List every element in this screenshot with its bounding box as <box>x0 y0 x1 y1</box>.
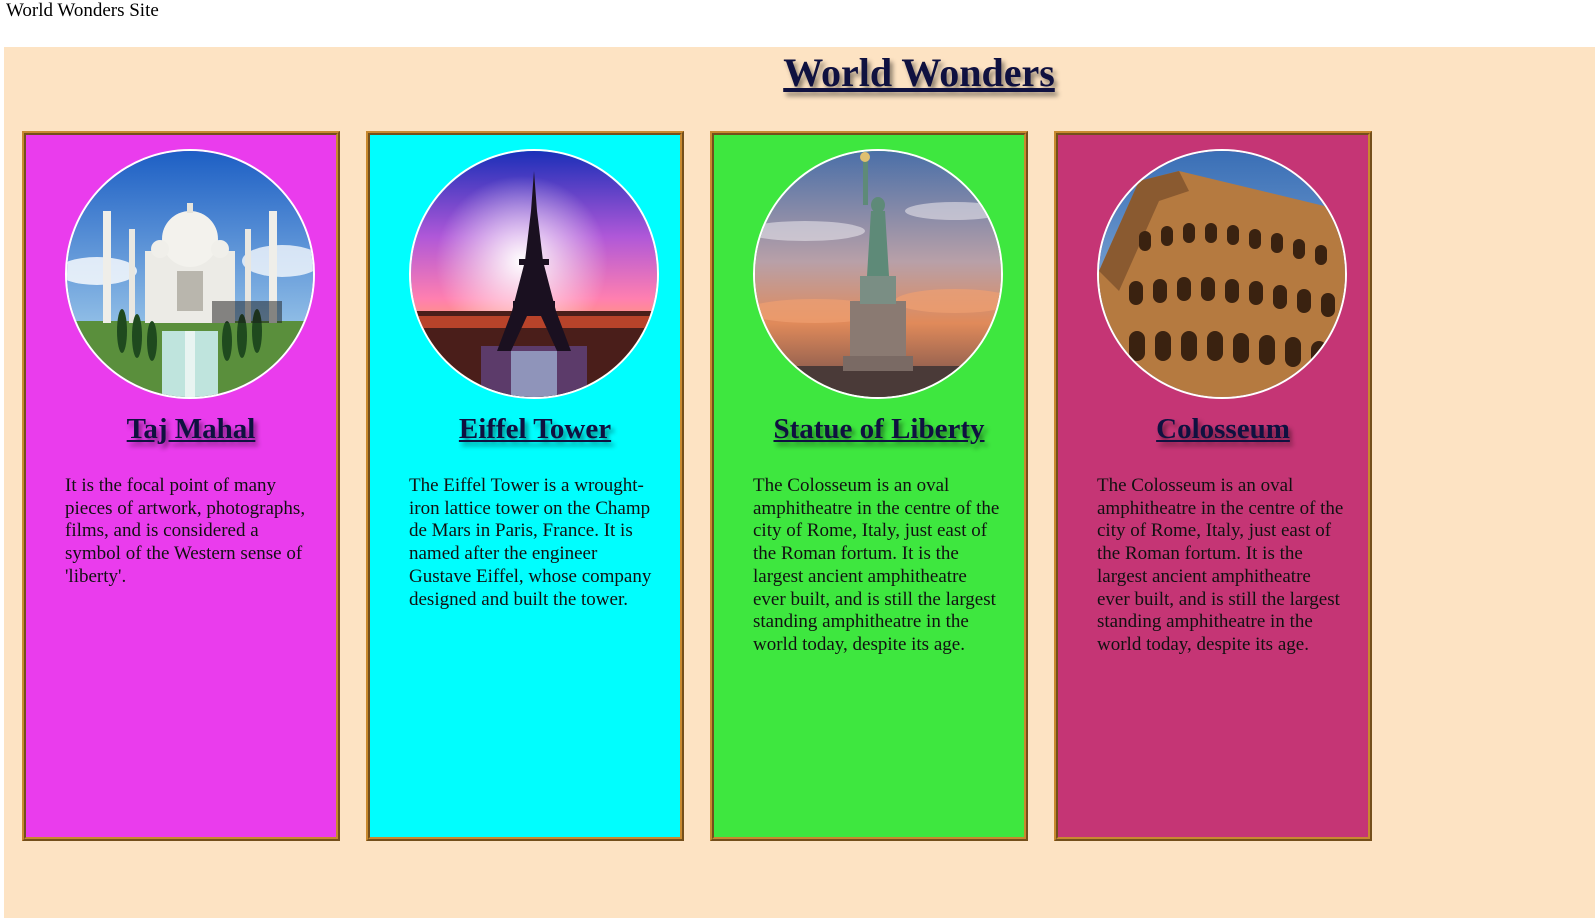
eiffel-tower-image <box>409 149 659 399</box>
card-taj-mahal: Taj Mahal It is the focal point of many … <box>22 131 340 841</box>
card-description: The Colosseum is an oval amphitheatre in… <box>753 475 1000 655</box>
site-title: World Wonders Site <box>6 0 159 21</box>
card-title[interactable]: Eiffel Tower <box>370 413 700 446</box>
card-colosseum: Colosseum The Colosseum is an oval amphi… <box>1054 131 1372 841</box>
colosseum-image <box>1097 149 1347 399</box>
card-description: The Colosseum is an oval amphitheatre in… <box>1097 475 1344 655</box>
taj-mahal-image <box>65 149 315 399</box>
page-title: World Wonders <box>783 50 1055 95</box>
card-description: The Eiffel Tower is a wrought-iron latti… <box>409 475 652 610</box>
main-content: World Wonders Taj Mahal It is the focal … <box>4 47 1595 918</box>
card-eiffel-tower: Eiffel Tower The Eiffel Tower is a wroug… <box>366 131 684 841</box>
card-description: It is the focal point of many pieces of … <box>65 475 306 587</box>
card-title[interactable]: Statue of Liberty <box>714 413 1044 446</box>
card-title[interactable]: Taj Mahal <box>26 413 356 446</box>
site-header: World Wonders Site <box>0 0 1595 47</box>
card-title[interactable]: Colosseum <box>1058 413 1388 446</box>
statue-of-liberty-image <box>753 149 1003 399</box>
card-statue-of-liberty: Statue of Liberty The Colosseum is an ov… <box>710 131 1028 841</box>
